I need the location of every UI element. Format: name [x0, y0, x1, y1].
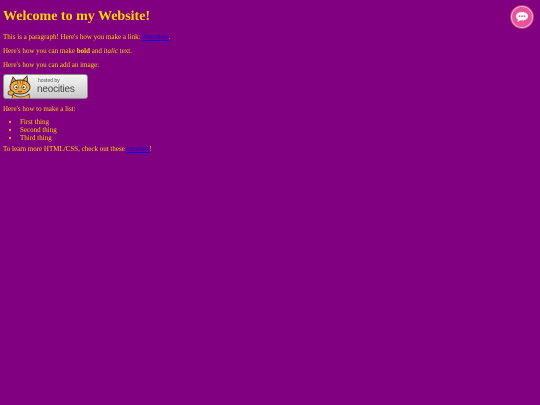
- neocities-cat-logo-icon: [7, 75, 31, 98]
- image-paragraph: Here's how you can add an image:: [3, 61, 100, 69]
- outro-paragraph: To learn more HTML/CSS, check out these …: [3, 145, 503, 154]
- chat-button[interactable]: [511, 6, 533, 28]
- intro-text: This is a paragraph! Here's how you make…: [3, 33, 143, 41]
- list-item: Second thing: [20, 126, 503, 134]
- bold-text: bold: [76, 47, 90, 55]
- formatting-paragraph: Here's how you can make bold and italic …: [3, 47, 503, 56]
- italic-text: italic: [103, 47, 118, 55]
- intro-paragraph: This is a paragraph! Here's how you make…: [3, 33, 503, 42]
- formatting-text-end: text.: [118, 47, 132, 55]
- formatting-text-start: Here's how you can make: [3, 47, 77, 55]
- list-intro-paragraph: Here's how to make a list:: [3, 105, 76, 113]
- chat-bubble-icon: [516, 12, 528, 22]
- example-list: First thing Second thing Third thing: [3, 118, 503, 142]
- outro-text: To learn more HTML/CSS, check out these: [3, 145, 127, 153]
- neocities-link[interactable]: Neocities: [142, 33, 168, 41]
- neocities-badge-image: hosted by neocities: [3, 74, 88, 99]
- page-content: Welcome to my Website! This is a paragra…: [3, 8, 503, 154]
- intro-end: .: [168, 33, 171, 41]
- outro-end: !: [149, 145, 152, 153]
- badge-big-text: neocities: [37, 84, 75, 95]
- page-title: Welcome to my Website!: [3, 9, 151, 24]
- formatting-text-middle: and: [90, 47, 104, 55]
- list-item: First thing: [20, 118, 503, 126]
- list-item: Third thing: [20, 134, 503, 142]
- tutorials-link[interactable]: tutorials: [127, 145, 150, 153]
